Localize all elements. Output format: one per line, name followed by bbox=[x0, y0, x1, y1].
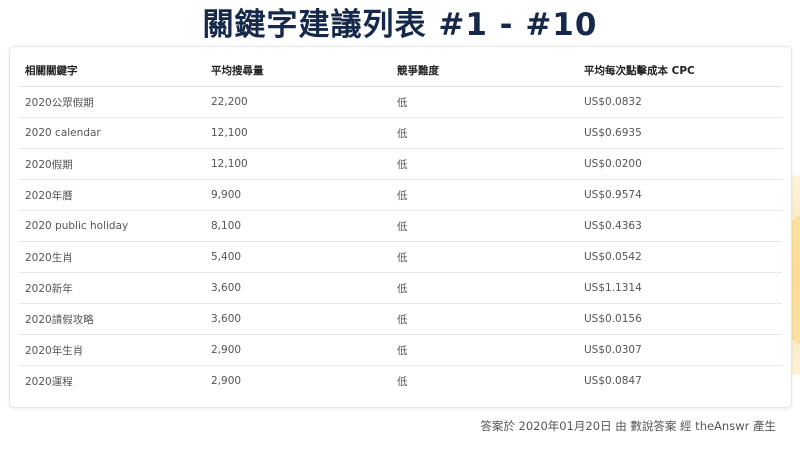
column-header-keyword: 相關關鍵字 bbox=[19, 55, 205, 87]
cpc-cell: US$0.0307 bbox=[578, 334, 782, 366]
search-volume-cell: 3,600 bbox=[205, 303, 391, 335]
cpc-cell: US$1.1314 bbox=[578, 272, 782, 304]
table-row: 2020請假攻略 3,600 低 US$0.0156 bbox=[19, 303, 782, 335]
table-row: 2020年生肖 2,900 低 US$0.0307 bbox=[19, 334, 782, 366]
cpc-cell: US$0.0832 bbox=[578, 86, 782, 118]
search-volume-cell: 3,600 bbox=[205, 272, 391, 304]
search-volume-cell: 22,200 bbox=[205, 86, 391, 118]
competition-cell: 低 bbox=[391, 179, 578, 211]
competition-cell: 低 bbox=[391, 241, 578, 273]
keyword-cell: 2020請假攻略 bbox=[19, 303, 205, 335]
table-row: 2020新年 3,600 低 US$1.1314 bbox=[19, 272, 782, 304]
table-row: 2020運程 2,900 低 US$0.0847 bbox=[19, 366, 782, 397]
keyword-cell: 2020公眾假期 bbox=[19, 86, 205, 118]
column-header-cpc: 平均每次點擊成本 CPC bbox=[578, 55, 782, 87]
table-row: 2020年曆 9,900 低 US$0.9574 bbox=[19, 179, 782, 211]
search-volume-cell: 12,100 bbox=[205, 148, 391, 180]
keyword-cell: 2020新年 bbox=[19, 272, 205, 304]
search-volume-cell: 8,100 bbox=[205, 210, 391, 242]
table-row: 2020生肖 5,400 低 US$0.0542 bbox=[19, 241, 782, 273]
table-header-row: 相關關鍵字 平均搜尋量 競爭難度 平均每次點擊成本 CPC bbox=[19, 55, 782, 87]
keyword-table: 相關關鍵字 平均搜尋量 競爭難度 平均每次點擊成本 CPC 2020公眾假期 2… bbox=[19, 55, 782, 396]
search-volume-cell: 9,900 bbox=[205, 179, 391, 211]
keyword-cell: 2020 calendar bbox=[19, 117, 205, 149]
cpc-cell: US$0.0200 bbox=[578, 148, 782, 180]
competition-cell: 低 bbox=[391, 86, 578, 118]
keyword-cell: 2020年曆 bbox=[19, 179, 205, 211]
keyword-cell: 2020 public holiday bbox=[19, 210, 205, 242]
cpc-cell: US$0.9574 bbox=[578, 179, 782, 211]
competition-cell: 低 bbox=[391, 117, 578, 149]
search-volume-cell: 12,100 bbox=[205, 117, 391, 149]
footer-attribution: 答案於 2020年01月20日 由 數說答案 經 theAnswr 產生 bbox=[480, 419, 776, 433]
column-header-search-volume: 平均搜尋量 bbox=[205, 55, 391, 87]
table-row: 2020 public holiday 8,100 低 US$0.4363 bbox=[19, 210, 782, 242]
cpc-cell: US$0.0847 bbox=[584, 375, 642, 387]
cpc-cell: US$0.0156 bbox=[578, 303, 782, 335]
cpc-cell: US$0.6935 bbox=[578, 117, 782, 149]
search-volume-cell: 5,400 bbox=[205, 241, 391, 273]
keyword-cell: 2020假期 bbox=[19, 148, 205, 180]
keyword-cell: 2020運程 bbox=[25, 375, 73, 388]
competition-cell: 低 bbox=[391, 303, 578, 335]
keyword-cell: 2020年生肖 bbox=[19, 334, 205, 366]
page-title: 關鍵字建議列表 #1 - #10 bbox=[202, 7, 598, 43]
cpc-cell: US$0.4363 bbox=[578, 210, 782, 242]
keyword-cell: 2020生肖 bbox=[19, 241, 205, 273]
column-header-competition: 競爭難度 bbox=[391, 55, 578, 87]
competition-cell: 低 bbox=[391, 210, 578, 242]
table-row: 2020假期 12,100 低 US$0.0200 bbox=[19, 148, 782, 180]
cpc-cell: US$0.0542 bbox=[578, 241, 782, 273]
competition-cell: 低 bbox=[391, 148, 578, 180]
competition-cell: 低 bbox=[391, 334, 578, 366]
competition-cell: 低 bbox=[397, 375, 408, 388]
search-volume-cell: 2,900 bbox=[211, 375, 242, 387]
search-volume-cell: 2,900 bbox=[205, 334, 391, 366]
table-row: 2020公眾假期 22,200 低 US$0.0832 bbox=[19, 86, 782, 118]
table-row: 2020 calendar 12,100 低 US$0.6935 bbox=[19, 117, 782, 149]
keyword-table-card: 相關關鍵字 平均搜尋量 競爭難度 平均每次點擊成本 CPC 2020公眾假期 2… bbox=[9, 46, 792, 408]
competition-cell: 低 bbox=[391, 272, 578, 304]
